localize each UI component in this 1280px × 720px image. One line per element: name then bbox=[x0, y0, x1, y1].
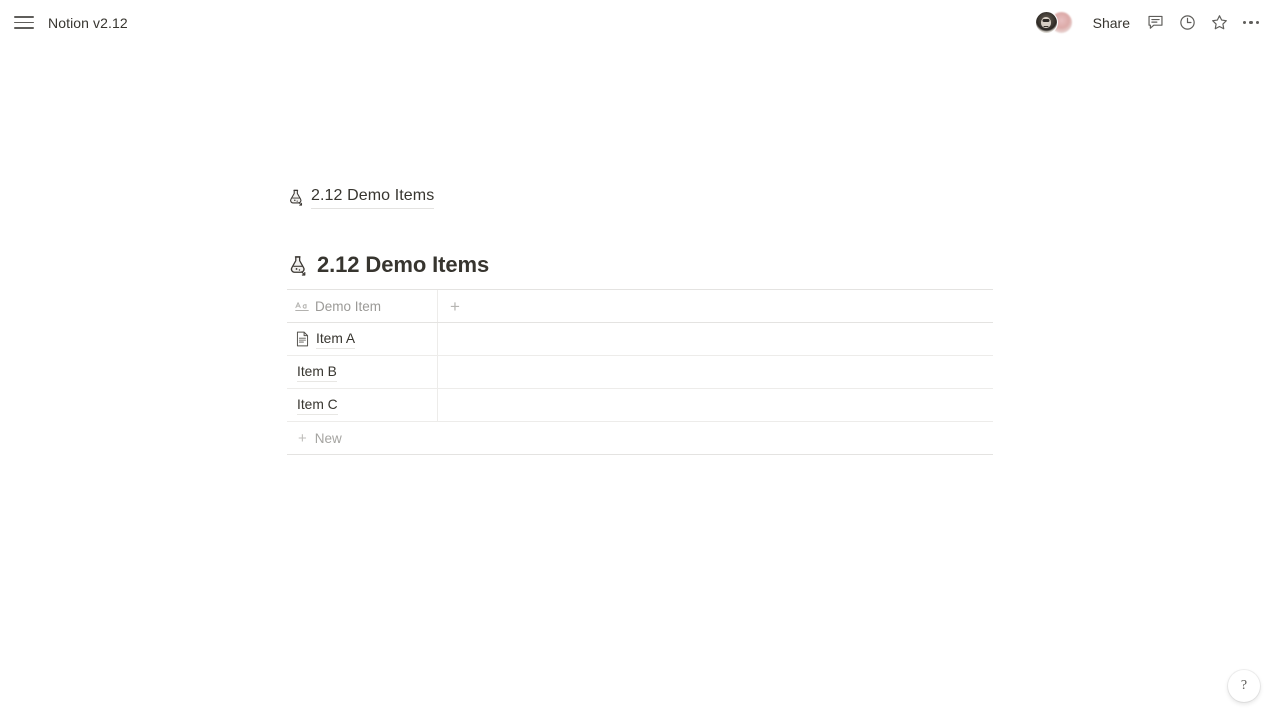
breadcrumb-label: 2.12 Demo Items bbox=[311, 185, 435, 209]
table-cell-empty[interactable] bbox=[438, 356, 993, 388]
column-header-label: Demo Item bbox=[315, 298, 382, 314]
dot bbox=[1243, 20, 1247, 25]
column-header-demo-item[interactable]: Demo Item bbox=[287, 290, 438, 322]
table-row[interactable]: Item B bbox=[287, 356, 993, 389]
help-button[interactable]: ? bbox=[1228, 670, 1260, 702]
dot bbox=[1249, 20, 1253, 25]
table-row[interactable]: Item C bbox=[287, 389, 993, 422]
table-row-title[interactable]: Item C bbox=[297, 395, 338, 415]
dot bbox=[1255, 20, 1259, 25]
table-cell-empty[interactable] bbox=[438, 389, 993, 421]
table-row[interactable]: Item A bbox=[287, 323, 993, 356]
table-row-title[interactable]: Item B bbox=[297, 362, 337, 382]
clock-icon[interactable] bbox=[1172, 8, 1202, 38]
table-header-row: Demo Item + bbox=[287, 290, 993, 323]
top-bar-right: Share bbox=[1034, 0, 1266, 45]
share-button[interactable]: Share bbox=[1085, 11, 1138, 35]
table-row-title[interactable]: Item A bbox=[316, 329, 356, 349]
page-title-row: 2.12 Demo Items bbox=[287, 250, 489, 280]
hamburger-menu-icon[interactable] bbox=[14, 12, 36, 34]
table-cell-title[interactable]: Item B bbox=[287, 356, 438, 388]
table-cell-empty[interactable] bbox=[438, 323, 993, 355]
top-bar-left: Notion v2.12 bbox=[0, 12, 128, 34]
avatar[interactable] bbox=[1034, 11, 1058, 34]
more-dots bbox=[1243, 20, 1259, 25]
hamburger-line bbox=[14, 16, 34, 18]
hamburger-line bbox=[14, 27, 34, 29]
question-mark-icon: ? bbox=[1240, 678, 1248, 693]
breadcrumb[interactable]: 2.12 Demo Items bbox=[287, 185, 435, 209]
page-title: 2.12 Demo Items bbox=[317, 252, 490, 277]
new-row-label: New bbox=[314, 430, 342, 446]
comment-icon[interactable] bbox=[1140, 8, 1170, 38]
star-icon[interactable] bbox=[1204, 8, 1234, 38]
top-bar: Notion v2.12 Share bbox=[0, 0, 1280, 45]
more-options-icon[interactable] bbox=[1236, 8, 1266, 38]
table-cell-title[interactable]: Item C bbox=[287, 389, 438, 421]
database-table: Demo Item + Item A Item B Item C + New bbox=[287, 289, 993, 455]
table-cell-title[interactable]: Item A bbox=[287, 323, 438, 355]
add-column-cell: + bbox=[438, 290, 993, 322]
new-row-button[interactable]: + New bbox=[287, 422, 993, 455]
hamburger-line bbox=[14, 21, 34, 24]
add-column-button[interactable]: + bbox=[447, 296, 463, 317]
avatar-group[interactable] bbox=[1034, 11, 1073, 35]
page-document-icon bbox=[295, 331, 310, 347]
plus-icon: + bbox=[298, 429, 307, 447]
app-title: Notion v2.12 bbox=[48, 14, 128, 31]
title-text-icon bbox=[295, 301, 309, 312]
alembic-flask-icon[interactable] bbox=[287, 254, 309, 276]
alembic-flask-icon bbox=[287, 188, 305, 206]
